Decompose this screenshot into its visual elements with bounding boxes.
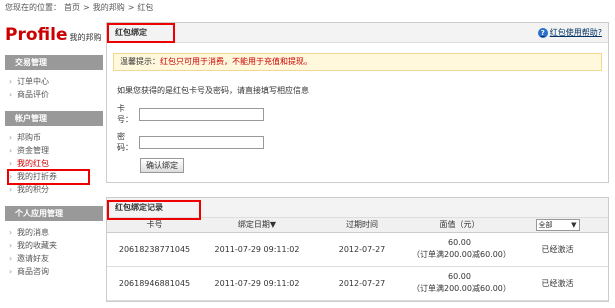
sidebar-item-favorites[interactable]: › 我的收藏夹: [5, 239, 103, 252]
row-amount: 60.00 （订单满200.00减60.00）: [412, 266, 511, 301]
chevron-right-icon: ›: [9, 241, 13, 250]
breadcrumb-sep: >: [83, 3, 90, 12]
password-label: 密码：: [117, 132, 133, 152]
bind-intro: 如果您获得的是红包卡号及密码，请直接填写相应信息: [117, 86, 309, 95]
chevron-right-icon: ›: [9, 133, 13, 142]
row-expire: 2012-07-27: [312, 266, 412, 301]
bind-title-highlight: [107, 23, 175, 43]
col-bind-date[interactable]: 绑定日期▼: [202, 218, 312, 233]
confirm-bind-button[interactable]: 确认绑定: [140, 158, 184, 173]
sidebar-item-reviews[interactable]: › 商品评价: [5, 88, 103, 101]
section-personal: 个人应用管理: [5, 206, 103, 221]
sidebar-item-invite[interactable]: › 邀请好友: [5, 252, 103, 265]
bind-panel: 红包绑定 ? 红包使用帮助? 温馨提示：红包只可用于消费，不能用于充值和提现。 如…: [106, 22, 609, 183]
row-bind-date: 2011-07-29 09:11:02: [202, 266, 312, 301]
row-expire: 2012-07-27: [312, 232, 412, 267]
sidebar-item-messages[interactable]: › 我的消息: [5, 226, 103, 239]
bind-panel-header: 红包绑定 ? 红包使用帮助?: [107, 23, 608, 43]
breadcrumb-sep: >: [127, 3, 135, 12]
col-expire: 过期时间: [312, 218, 412, 233]
row-status: 已经激活: [507, 266, 608, 301]
notice-box: 温馨提示：红包只可用于消费，不能用于充值和提现。: [113, 53, 602, 71]
sidebar-item-coins[interactable]: › 邦购币: [5, 131, 103, 144]
card-label: 卡号：: [117, 104, 133, 124]
sidebar-item-inquiry[interactable]: › 商品咨询: [5, 265, 103, 278]
breadcrumb-prefix: 您现在的位置：: [5, 3, 61, 12]
notice-label: 温馨提示：: [120, 57, 160, 66]
row-card: 20618238771045: [107, 232, 202, 267]
breadcrumb-home[interactable]: 首页: [64, 3, 80, 12]
password-input[interactable]: [139, 135, 264, 149]
breadcrumb-my-bangou[interactable]: 我的邦购: [93, 3, 125, 12]
main-content: 红包绑定 ? 红包使用帮助? 温馨提示：红包只可用于消费，不能用于充值和提现。 如…: [106, 22, 609, 302]
help-link[interactable]: ? 红包使用帮助?: [537, 27, 602, 39]
chevron-right-icon: ›: [9, 77, 13, 86]
row-card: 20618946881045: [107, 266, 202, 301]
status-filter-select[interactable]: 全部 ▼: [535, 218, 580, 231]
col-amount: 面值（元）: [412, 218, 507, 233]
row-bind-date: 2011-07-29 09:11:02: [202, 232, 312, 267]
col-card: 卡号: [107, 218, 202, 233]
chevron-right-icon: ›: [9, 254, 13, 263]
card-input[interactable]: [139, 107, 264, 121]
caret-down-icon: ▼: [571, 220, 577, 229]
sidebar: Profile 我的邦购 交易管理 › 订单中心 › 商品评价 帐户管理 › 邦购币 …: [5, 24, 103, 308]
card-row: 卡号：: [117, 104, 608, 124]
notice-text: 红包只可用于消费，不能用于充值和提现。: [160, 57, 312, 66]
help-icon: ?: [537, 28, 548, 38]
password-row: 密码：: [117, 132, 608, 152]
records-table: 卡号 绑定日期▼ 过期时间 面值（元） 全部 ▼ 20618238771045 2…: [107, 218, 608, 301]
col-status: 全部 ▼: [507, 218, 608, 233]
section-account: 帐户管理: [5, 111, 103, 126]
sidebar-item-funds[interactable]: › 资金管理: [5, 144, 103, 157]
chevron-right-icon: ›: [9, 90, 13, 99]
breadcrumb: 您现在的位置： 首页 > 我的邦购 > 红包: [5, 2, 156, 14]
profile-header: Profile 我的邦购: [5, 24, 103, 50]
sidebar-item-orders[interactable]: › 订单中心: [5, 75, 103, 88]
chevron-right-icon: ›: [9, 267, 13, 276]
row-amount: 60.00 （订单满200.00减60.00）: [412, 232, 511, 267]
breadcrumb-current: 红包: [137, 3, 154, 12]
section-trade: 交易管理: [5, 55, 103, 70]
row-status: 已经激活: [507, 232, 608, 267]
active-item-highlight: [7, 169, 90, 185]
table-row: 20618238771045 2011-07-29 09:11:02 2012-…: [107, 232, 608, 267]
profile-title: Profile: [5, 25, 68, 45]
chevron-right-icon: ›: [9, 228, 13, 237]
table-header-row: 卡号 绑定日期▼ 过期时间 面值（元） 全部 ▼: [107, 218, 608, 233]
records-title-highlight: [107, 200, 201, 220]
chevron-right-icon: ›: [9, 146, 13, 155]
table-row: 20618946881045 2011-07-29 09:11:02 2012-…: [107, 266, 608, 301]
profile-subtitle: 我的邦购: [69, 33, 102, 42]
